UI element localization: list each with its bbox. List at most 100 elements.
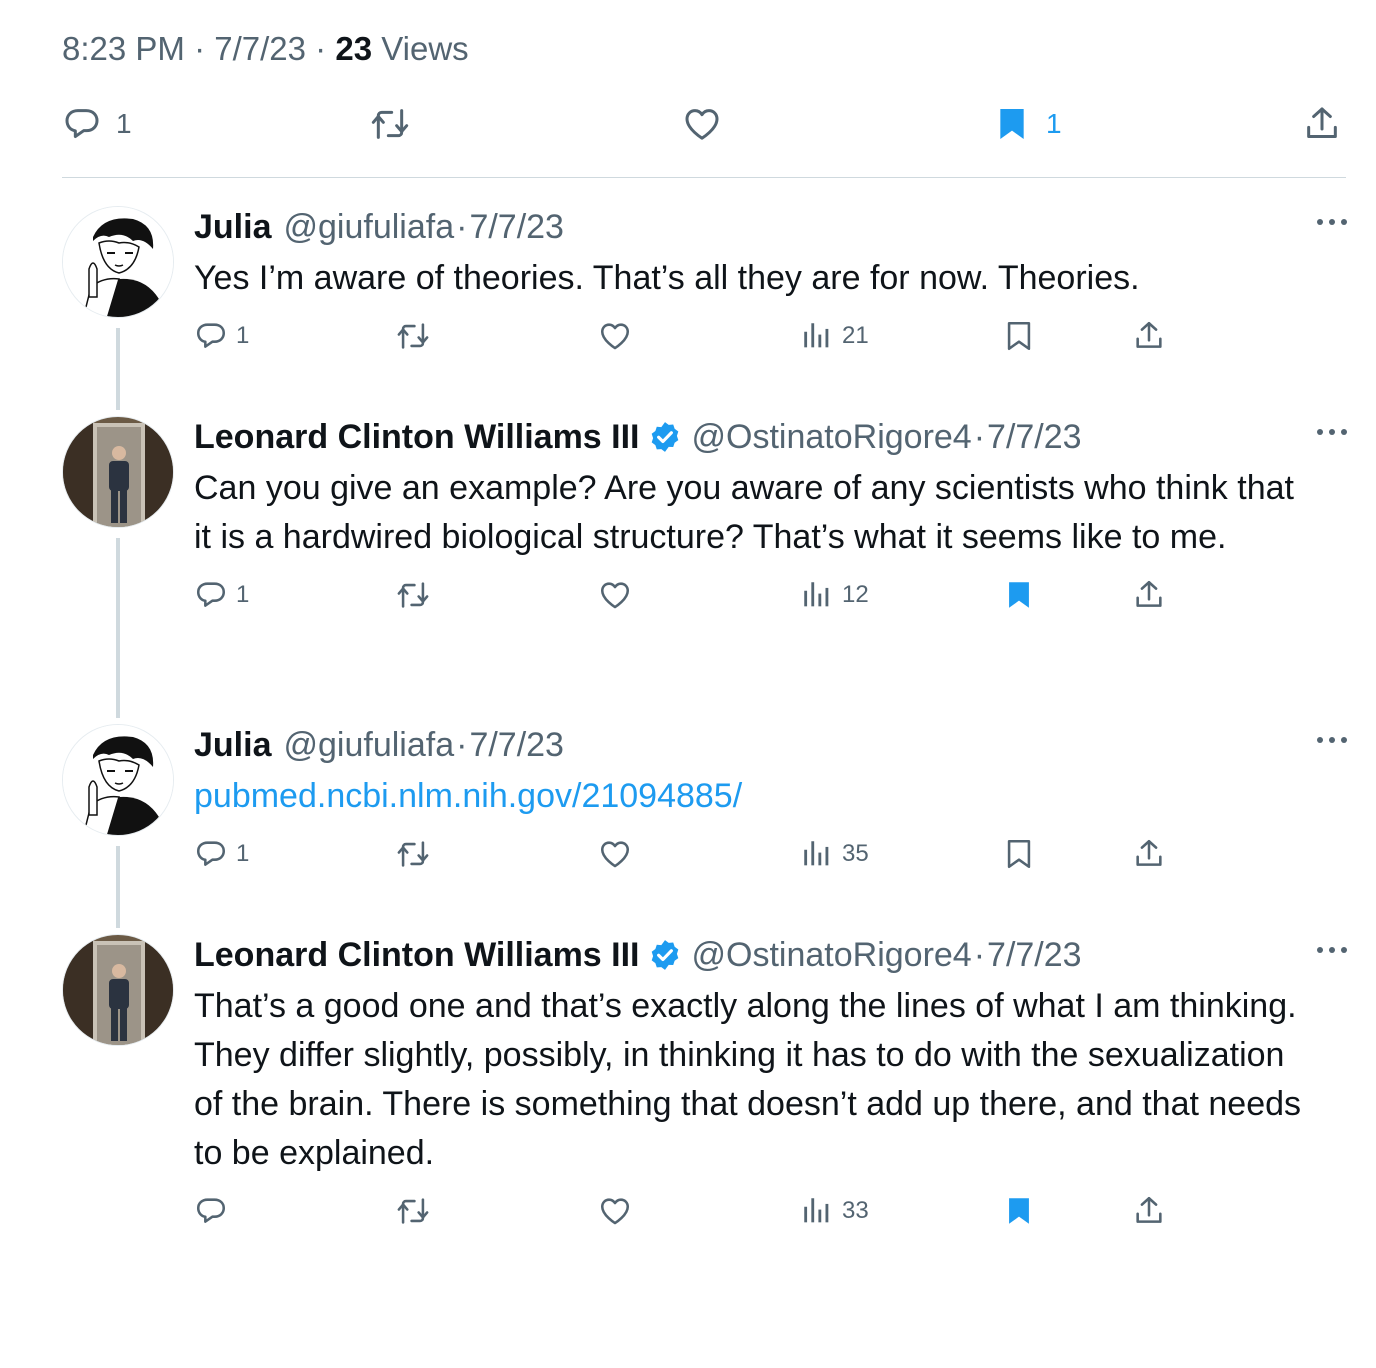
tweet-link[interactable]: pubmed.ncbi.nlm.nih.gov/21094885/ xyxy=(194,772,1312,821)
views-label: Views xyxy=(381,30,469,67)
tweet-date[interactable]: 7/7/23 xyxy=(987,416,1082,458)
views-button[interactable]: 12 xyxy=(800,578,869,612)
bookmark-button[interactable] xyxy=(1002,837,1036,871)
tweet-date[interactable]: 7/7/23 xyxy=(987,934,1082,976)
views-button[interactable]: 21 xyxy=(800,319,869,353)
reply-icon xyxy=(62,104,102,144)
share-icon xyxy=(1132,319,1166,353)
separator: · xyxy=(194,30,206,67)
more-options-icon[interactable] xyxy=(1312,728,1352,752)
views-count: 21 xyxy=(842,322,869,349)
reply-count: 1 xyxy=(236,581,250,608)
bookmark-icon xyxy=(1002,319,1036,353)
bookmark-button[interactable] xyxy=(1002,578,1036,612)
tweet-actions: 1 12 xyxy=(194,578,1312,622)
avatar[interactable] xyxy=(62,934,174,1046)
reply-button[interactable]: 1 xyxy=(194,578,249,612)
like-button[interactable] xyxy=(598,319,632,353)
user-handle[interactable]: @giufuliafa xyxy=(283,724,454,766)
separator: · xyxy=(973,418,986,456)
analytics-icon xyxy=(800,578,834,612)
like-button[interactable] xyxy=(598,578,632,612)
separator: · xyxy=(456,726,468,764)
bookmark-filled-icon xyxy=(1002,1194,1036,1228)
focused-tweet-actions: 1 1 xyxy=(62,104,1346,156)
display-name[interactable]: Leonard Clinton Williams III xyxy=(194,416,640,458)
separator: · xyxy=(456,208,468,246)
divider xyxy=(62,177,1346,178)
user-handle[interactable]: @OstinatoRigore4 xyxy=(692,416,972,458)
analytics-icon xyxy=(800,319,834,353)
heart-icon xyxy=(598,578,632,612)
retweet-button[interactable] xyxy=(370,104,410,144)
separator: · xyxy=(973,936,986,974)
bookmark-filled-icon xyxy=(992,104,1032,144)
tweet-actions: 33 xyxy=(194,1194,1312,1238)
like-button[interactable] xyxy=(598,837,632,871)
bookmark-icon xyxy=(1002,837,1036,871)
reply-icon xyxy=(194,837,228,871)
analytics-icon xyxy=(800,837,834,871)
tweet-date[interactable]: 7/7/23 xyxy=(469,206,564,248)
bookmark-button[interactable] xyxy=(1002,319,1036,353)
share-button[interactable] xyxy=(1132,1194,1166,1228)
tweet-text: Can you give an example? Are you aware o… xyxy=(194,469,1294,556)
share-icon xyxy=(1132,1194,1166,1228)
tweet-time: 8:23 PM xyxy=(62,30,185,67)
reply-button[interactable]: 1 xyxy=(194,319,249,353)
reply-icon xyxy=(194,319,228,353)
more-options-icon[interactable] xyxy=(1312,210,1352,234)
reply-count: 1 xyxy=(116,108,132,139)
views-count: 33 xyxy=(842,1197,869,1224)
user-handle[interactable]: @giufuliafa xyxy=(283,206,454,248)
bookmark-filled-icon xyxy=(1002,578,1036,612)
views-count: 12 xyxy=(842,581,869,608)
like-button[interactable] xyxy=(682,104,722,144)
share-icon xyxy=(1132,578,1166,612)
retweet-button[interactable] xyxy=(396,837,430,871)
more-options-icon[interactable] xyxy=(1312,938,1352,962)
heart-icon xyxy=(598,319,632,353)
reply-count: 1 xyxy=(236,840,250,867)
retweet-icon xyxy=(396,837,430,871)
bookmark-count: 1 xyxy=(1046,108,1062,139)
bookmark-button[interactable] xyxy=(1002,1194,1036,1228)
retweet-icon xyxy=(396,1194,430,1228)
views-count: 35 xyxy=(842,840,869,867)
views-count[interactable]: 23 xyxy=(335,30,372,67)
retweet-button[interactable] xyxy=(396,578,430,612)
display-name[interactable]: Julia xyxy=(194,206,271,248)
reply-button[interactable]: 1 xyxy=(62,104,132,144)
like-button[interactable] xyxy=(598,1194,632,1228)
share-button[interactable] xyxy=(1302,104,1342,144)
share-button[interactable] xyxy=(1132,837,1166,871)
bookmark-button[interactable]: 1 xyxy=(992,104,1062,144)
verified-badge-icon[interactable] xyxy=(648,420,682,454)
verified-badge-icon[interactable] xyxy=(648,938,682,972)
retweet-button[interactable] xyxy=(396,1194,430,1228)
more-options-icon[interactable] xyxy=(1312,420,1352,444)
share-button[interactable] xyxy=(1132,578,1166,612)
display-name[interactable]: Leonard Clinton Williams III xyxy=(194,934,640,976)
heart-icon xyxy=(598,837,632,871)
avatar[interactable] xyxy=(62,724,174,836)
tweet-text: Yes I’m aware of theories. That’s all th… xyxy=(194,259,1140,297)
display-name[interactable]: Julia xyxy=(194,724,271,766)
tweet-text: That’s a good one and that’s exactly alo… xyxy=(194,987,1302,1172)
tweet-meta: 8:23 PM · 7/7/23 · 23 Views xyxy=(62,30,469,68)
reply-icon xyxy=(194,578,228,612)
avatar[interactable] xyxy=(62,416,174,528)
tweet-actions: 1 21 xyxy=(194,319,1312,363)
share-button[interactable] xyxy=(1132,319,1166,353)
reply-button[interactable] xyxy=(194,1194,236,1228)
thread-connector xyxy=(116,538,120,718)
retweet-button[interactable] xyxy=(396,319,430,353)
views-button[interactable]: 35 xyxy=(800,837,869,871)
reply-button[interactable]: 1 xyxy=(194,837,249,871)
share-icon xyxy=(1302,104,1342,144)
views-button[interactable]: 33 xyxy=(800,1194,869,1228)
tweet-date[interactable]: 7/7/23 xyxy=(469,724,564,766)
avatar[interactable] xyxy=(62,206,174,318)
retweet-icon xyxy=(396,319,430,353)
user-handle[interactable]: @OstinatoRigore4 xyxy=(692,934,972,976)
